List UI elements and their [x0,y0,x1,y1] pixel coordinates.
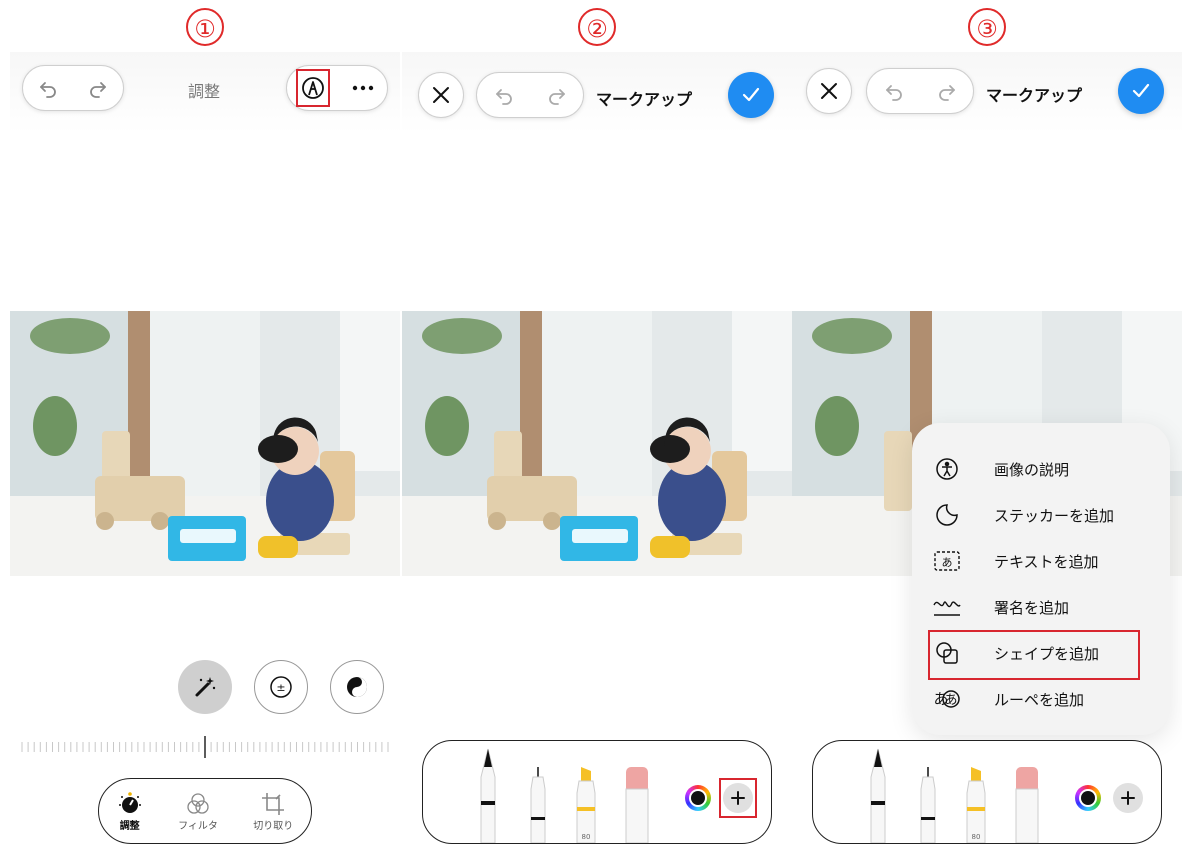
color-picker-ring [1079,789,1097,807]
more-options-icon[interactable] [351,84,375,92]
page-title: 調整 [188,82,221,101]
tab-filter-label: フィルタ [178,820,218,832]
markup-more-group [286,65,388,111]
svg-text:±: ± [276,681,285,694]
done-button[interactable] [1118,68,1164,114]
sticker-icon [936,504,958,526]
redo-icon[interactable] [935,79,959,103]
exposure-icon: ± [270,676,292,698]
panel-step-3: ③ マークアップ 画像の説明 ステッカーを追加 あ テキストを追加 署名を追加 … [792,0,1182,861]
panel-step-1: ① 調整 ± 調整 フィルタ 切り取り [10,0,400,861]
step-number-1: ① [186,8,224,46]
tab-adjust-label: 調整 [119,820,140,832]
menu-item-label: ステッカーを追加 [994,506,1115,525]
photo-preview [10,311,400,576]
undo-redo-group [866,68,974,114]
fine-pen-tool[interactable] [913,765,943,843]
highlighter-tool[interactable]: 80 [571,767,601,843]
close-icon [821,83,837,99]
markup-toolbar: 80 [812,740,1162,844]
add-button[interactable] [1113,783,1143,813]
accessibility-icon [936,458,958,480]
tab-crop[interactable]: 切り取り [253,791,293,832]
step-number-3: ③ [968,8,1006,46]
photo-preview [402,311,792,576]
menu-item-label: ルーペを追加 [994,690,1085,709]
loupe-icon: ああ [933,690,960,708]
filter-circles-icon [187,792,209,814]
plus-icon [1121,791,1135,805]
highlighter-size-label: 80 [582,833,591,841]
markup-toolbar: 80 [422,740,772,844]
menu-item-label: 画像の説明 [994,460,1070,479]
menu-item-add-signature[interactable]: 署名を追加 [932,588,1150,626]
add-menu: 画像の説明 ステッカーを追加 あ テキストを追加 署名を追加 シェイプを追加 あ… [912,423,1170,735]
contrast-icon [347,677,367,697]
edit-mode-tabs: 調整 フィルタ 切り取り [98,778,312,844]
checkmark-icon [742,87,760,102]
fine-pen-tool[interactable] [523,765,553,843]
crop-icon [262,792,285,815]
svg-text:あ: あ [944,693,957,708]
color-picker[interactable] [1075,785,1101,811]
close-button[interactable] [418,72,464,118]
redo-icon[interactable] [86,76,110,100]
undo-icon[interactable] [36,76,60,100]
photo-image [10,311,400,576]
eraser-tool[interactable] [621,767,651,843]
highlighter-tool[interactable]: 80 [961,767,991,843]
signature-icon [933,601,961,616]
done-button[interactable] [728,72,774,118]
auto-adjust-button[interactable] [178,660,232,714]
highlight-box [719,778,757,818]
highlight-box [928,630,1140,680]
menu-item-add-loupe[interactable]: ああ ルーペを追加 [932,680,1150,718]
redo-icon[interactable] [545,83,569,107]
color-picker-ring [689,789,707,807]
dial-icon [118,791,141,813]
pen-tool[interactable] [473,741,503,843]
tab-filter[interactable]: フィルタ [178,791,218,832]
tab-adjust[interactable]: 調整 [117,791,143,832]
markup-button[interactable] [295,69,330,107]
menu-item-label: テキストを追加 [994,552,1099,571]
current-color-swatch [691,791,705,805]
photo-image [402,311,792,576]
color-picker[interactable] [685,785,711,811]
undo-redo-group [22,65,124,111]
menu-item-add-sticker[interactable]: ステッカーを追加 [932,496,1150,534]
page-title: マークアップ [986,86,1083,105]
checkmark-icon [1132,83,1150,98]
contrast-button[interactable] [330,660,384,714]
step-number-2: ② [578,8,616,46]
exposure-button[interactable]: ± [254,660,308,714]
adjustment-slider[interactable] [20,736,390,758]
undo-icon[interactable] [492,83,516,107]
menu-item-add-text[interactable]: あ テキストを追加 [932,542,1150,580]
highlighter-size-label: 80 [972,833,981,841]
highlight-box [295,69,330,107]
page-title: マークアップ [596,90,693,109]
menu-item-image-description[interactable]: 画像の説明 [932,450,1150,488]
close-button[interactable] [806,68,852,114]
menu-item-label: 署名を追加 [994,598,1070,617]
tab-crop-label: 切り取り [253,820,294,832]
eraser-tool[interactable] [1011,767,1041,843]
svg-text:あ: あ [942,556,953,569]
current-color-swatch [1081,791,1095,805]
magic-wand-icon [195,677,216,697]
text-box-icon: あ [934,551,960,571]
close-icon [433,87,449,103]
undo-icon[interactable] [882,79,906,103]
pen-tool[interactable] [863,741,893,843]
undo-redo-group [476,72,584,118]
panel-step-2: ② マークアップ 80 [402,0,792,861]
